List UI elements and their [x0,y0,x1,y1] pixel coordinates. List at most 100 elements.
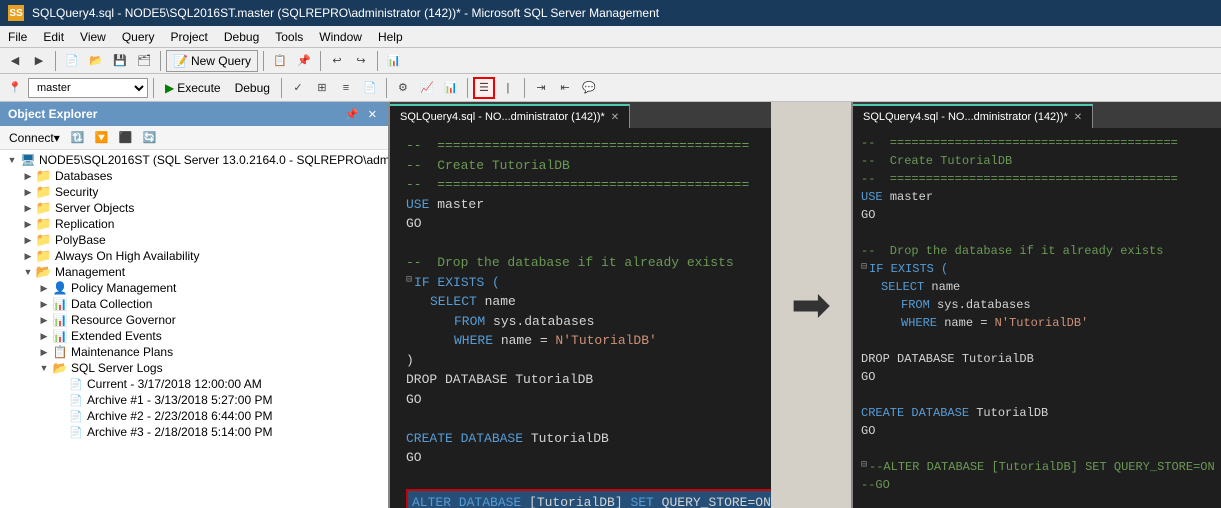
copy-btn[interactable]: 📋 [269,50,291,72]
r-sql-line-10: WHERE name = N'TutorialDB' [861,314,1213,332]
database-selector[interactable]: master [28,78,148,98]
forward-btn[interactable]: ▶ [28,50,50,72]
tree-polybase[interactable]: ▶ 📁 PolyBase [0,232,388,248]
stop-btn[interactable]: ⬛ [115,127,137,149]
sql-line-9: FROM sys.databases [406,312,763,332]
connect-button[interactable]: Connect ▾ [4,127,65,149]
est-plan-btn[interactable]: 📈 [416,77,438,99]
tree-extended-events[interactable]: ▶ 📊 Extended Events [0,328,388,344]
tree-data-collection[interactable]: ▶ 📊 Data Collection [0,296,388,312]
grid-btn[interactable]: ⊞ [311,77,333,99]
comment-btn[interactable]: 💬 [578,77,600,99]
sql-editor-content[interactable]: -- =====================================… [390,128,771,508]
redo-btn[interactable]: ↪ [350,50,372,72]
menu-bar: File Edit View Query Project Debug Tools… [0,26,1221,48]
right-tab-bar: SQLQuery4.sql - NO...dministrator (142))… [853,102,1221,128]
filter-btn[interactable]: 🔽 [91,127,113,149]
sql-text: GO [406,448,422,468]
pin-btn[interactable]: 📍 [4,77,26,99]
incl-plan-btn[interactable]: 📊 [440,77,462,99]
tree-rep-label: Replication [55,217,114,231]
tree-sql-logs[interactable]: ▼ 📂 SQL Server Logs [0,360,388,376]
menu-view[interactable]: View [72,28,114,46]
editor-tab-close[interactable]: ✕ [611,112,619,123]
panel-close-btn[interactable]: ✕ [365,108,380,121]
sql-editor-panel: SQLQuery4.sql - NO...dministrator (142))… [390,102,771,508]
debug-button[interactable]: Debug [229,77,276,99]
menu-tools[interactable]: Tools [267,28,311,46]
tree-management[interactable]: ▼ 📂 Management [0,264,388,280]
results-btn[interactable]: 📊 [383,50,405,72]
query-opt-btn[interactable]: ⚙ [392,77,414,99]
parse-btn[interactable]: ✓ [287,77,309,99]
editor-tab-active[interactable]: SQLQuery4.sql - NO...dministrator (142))… [390,104,630,128]
sql-line-11: ) [406,351,763,371]
tree-databases[interactable]: ▶ 📁 Databases [0,168,388,184]
right-tab-active[interactable]: SQLQuery4.sql - NO...dministrator (142))… [853,104,1093,128]
tree-log-arch1[interactable]: 📄 Archive #1 - 3/13/2018 5:27:00 PM [0,392,388,408]
tree-mp-label: Maintenance Plans [71,345,173,359]
undo-btn[interactable]: ↩ [326,50,348,72]
new-file-btn[interactable]: 📄 [61,50,83,72]
tree-security[interactable]: ▶ 📁 Security [0,184,388,200]
connect-dropdown-icon: ▾ [54,131,60,145]
object-explorer-panel: Object Explorer 📌 ✕ Connect ▾ 🔃 🔽 ⬛ 🔄 ▼ … [0,102,390,508]
menu-debug[interactable]: Debug [216,28,267,46]
save-btn[interactable]: 💾 [109,50,131,72]
tree-log-current[interactable]: 📄 Current - 3/17/2018 12:00:00 AM [0,376,388,392]
main-toolbar: ◀ ▶ 📄 📂 💾 🗂 📝 New Query 📋 📌 ↩ ↪ 📊 [0,48,1221,74]
panel-pin-btn[interactable]: 📌 [342,108,362,121]
results-to-btn[interactable]: | [497,77,519,99]
r-sql-text: CREATE DATABASE [861,404,976,422]
text-results-btn[interactable]: ≡ [335,77,357,99]
app-icon: SS [8,5,24,21]
menu-query[interactable]: Query [114,28,163,46]
save-all-btn[interactable]: 🗂 [133,50,155,72]
menu-project[interactable]: Project [163,28,216,46]
menu-window[interactable]: Window [311,28,370,46]
tree-policy-mgmt[interactable]: ▶ 👤 Policy Management [0,280,388,296]
menu-help[interactable]: Help [370,28,411,46]
sql-text: SELECT [430,292,485,312]
file-results-btn[interactable]: 📄 [359,77,381,99]
policy-icon: 👤 [52,281,68,295]
refresh-btn[interactable]: 🔃 [67,127,89,149]
r-sql-line-4: USE master [861,188,1213,206]
tree-log-arch2[interactable]: 📄 Archive #2 - 2/23/2018 6:44:00 PM [0,408,388,424]
new-query-button[interactable]: 📝 New Query [166,50,258,72]
r-sql-line-14: GO [861,422,1213,440]
unindent-btn[interactable]: ⇤ [554,77,576,99]
execute-button[interactable]: ▶ Execute [159,77,227,99]
tree-log-arch3[interactable]: 📄 Archive #3 - 2/18/2018 5:14:00 PM [0,424,388,440]
exp-poly: ▶ [20,235,36,246]
highlighted-toolbar-btn[interactable]: ☰ [473,77,495,99]
sql-text: -- Drop the database if it already exist… [406,253,734,273]
menu-file[interactable]: File [0,28,35,46]
tree-server-node[interactable]: ▼ 🖥 NODE5\SQL2016ST (SQL Server 13.0.216… [0,152,388,168]
sql-line-10: WHERE name = N'TutorialDB' [406,331,763,351]
right-sql-content[interactable]: -- =====================================… [853,128,1221,508]
indent-btn[interactable]: ⇥ [530,77,552,99]
folder-aoha-icon: 📁 [36,249,52,263]
r-sql-line-blank2 [861,332,1213,350]
sync-btn[interactable]: 🔄 [139,127,161,149]
tree-log-arch1-label: Archive #1 - 3/13/2018 5:27:00 PM [87,393,272,407]
r-sql-text: DROP DATABASE TutorialDB [861,350,1034,368]
back-btn[interactable]: ◀ [4,50,26,72]
sql-text: DROP DATABASE TutorialDB [406,370,593,390]
log-arch3-icon: 📄 [68,425,84,439]
tree-replication[interactable]: ▶ 📁 Replication [0,216,388,232]
open-btn[interactable]: 📂 [85,50,107,72]
paste-btn[interactable]: 📌 [293,50,315,72]
tree-maintenance-plans[interactable]: ▶ 📋 Maintenance Plans [0,344,388,360]
menu-edit[interactable]: Edit [35,28,72,46]
server-icon: 🖥 [20,153,36,167]
sql-line-blank3 [406,468,763,488]
sql-text: WHERE [454,331,501,351]
tree-sec-label: Security [55,185,98,199]
tree-server-objects[interactable]: ▶ 📁 Server Objects [0,200,388,216]
tree-resource-governor[interactable]: ▶ 📊 Resource Governor [0,312,388,328]
tsep3 [386,78,387,98]
tree-aoha[interactable]: ▶ 📁 Always On High Availability [0,248,388,264]
right-tab-close[interactable]: ✕ [1074,112,1082,123]
